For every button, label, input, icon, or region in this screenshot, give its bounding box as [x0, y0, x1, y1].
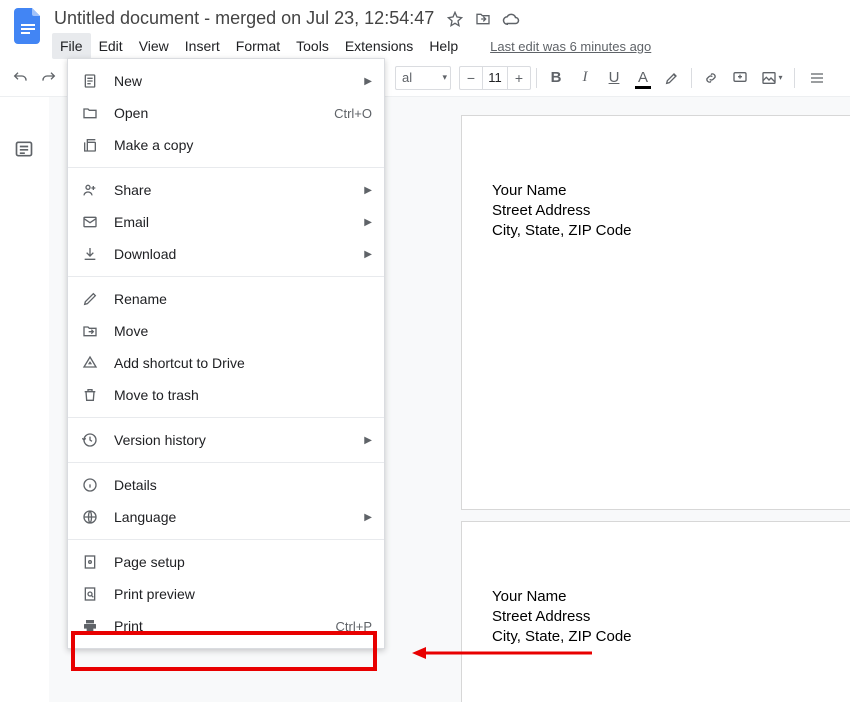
menu-add-shortcut[interactable]: Add shortcut to Drive [68, 347, 384, 379]
italic-button[interactable]: I [571, 64, 599, 92]
outline-toggle-icon[interactable] [12, 137, 36, 161]
menu-email[interactable]: Email ▶ [68, 206, 384, 238]
move-icon [80, 321, 100, 341]
font-size-control: − 11 + [459, 66, 531, 90]
menu-edit[interactable]: Edit [91, 33, 131, 59]
insert-comment-button[interactable] [726, 64, 754, 92]
menu-extensions[interactable]: Extensions [337, 33, 421, 59]
history-icon [80, 430, 100, 450]
menu-label: Language [114, 509, 364, 525]
menu-share[interactable]: Share ▶ [68, 174, 384, 206]
menu-label: Add shortcut to Drive [114, 355, 372, 371]
print-icon [80, 616, 100, 636]
submenu-arrow-icon: ▶ [364, 512, 372, 523]
document-title[interactable]: Untitled document - merged on Jul 23, 12… [52, 6, 436, 31]
font-selector[interactable]: al [395, 66, 451, 90]
submenu-arrow-icon: ▶ [364, 217, 372, 228]
copy-icon [80, 135, 100, 155]
star-icon[interactable] [446, 10, 464, 28]
page-2[interactable]: Your Name Street Address City, State, ZI… [461, 521, 850, 702]
menu-label: Details [114, 477, 372, 493]
menu-label: Move [114, 323, 372, 339]
docs-logo[interactable] [8, 6, 48, 46]
menu-language[interactable]: Language ▶ [68, 501, 384, 533]
folder-icon [80, 103, 100, 123]
cloud-status-icon[interactable] [502, 10, 520, 28]
share-person-icon [80, 180, 100, 200]
menu-details[interactable]: Details [68, 469, 384, 501]
page-setup-icon [80, 552, 100, 572]
text-color-button[interactable]: A [629, 64, 657, 92]
menu-insert[interactable]: Insert [177, 33, 228, 59]
doc-line-city: City, State, ZIP Code [492, 221, 632, 241]
menu-new[interactable]: New ▶ [68, 65, 384, 97]
menu-tools[interactable]: Tools [288, 33, 337, 59]
menu-label: Page setup [114, 554, 372, 570]
info-icon [80, 475, 100, 495]
font-size-decrease[interactable]: − [460, 67, 482, 89]
doc-line-city: City, State, ZIP Code [492, 627, 632, 647]
document-icon [80, 71, 100, 91]
menu-open[interactable]: Open Ctrl+O [68, 97, 384, 129]
menu-label: Print preview [114, 586, 372, 602]
bold-button[interactable]: B [542, 64, 570, 92]
doc-line-street: Street Address [492, 607, 590, 627]
download-icon [80, 244, 100, 264]
print-preview-icon [80, 584, 100, 604]
menu-move[interactable]: Move [68, 315, 384, 347]
move-folder-icon[interactable] [474, 10, 492, 28]
left-rail [0, 97, 49, 702]
insert-image-button[interactable]: ▾ [755, 64, 789, 92]
submenu-arrow-icon: ▶ [364, 249, 372, 260]
menu-label: Email [114, 214, 364, 230]
menu-file[interactable]: File [52, 33, 91, 59]
align-button[interactable] [800, 64, 834, 92]
menu-label: Open [114, 105, 334, 121]
drive-shortcut-icon [80, 353, 100, 373]
menu-page-setup[interactable]: Page setup [68, 546, 384, 578]
doc-line-street: Street Address [492, 201, 590, 221]
header: Untitled document - merged on Jul 23, 12… [0, 0, 850, 59]
font-size-increase[interactable]: + [508, 67, 530, 89]
menu-label: Make a copy [114, 137, 372, 153]
menu-label: Version history [114, 432, 364, 448]
page-1[interactable]: Your Name Street Address City, State, ZI… [461, 115, 850, 510]
last-edit-link[interactable]: Last edit was 6 minutes ago [490, 39, 651, 54]
menu-rename[interactable]: Rename [68, 283, 384, 315]
email-icon [80, 212, 100, 232]
menu-label: Rename [114, 291, 372, 307]
menu-label: Download [114, 246, 364, 262]
submenu-arrow-icon: ▶ [364, 185, 372, 196]
menu-make-copy[interactable]: Make a copy [68, 129, 384, 161]
menu-shortcut: Ctrl+O [334, 106, 372, 121]
menu-print-preview[interactable]: Print preview [68, 578, 384, 610]
insert-link-button[interactable] [697, 64, 725, 92]
file-menu-dropdown: New ▶ Open Ctrl+O Make a copy Share ▶ Em… [67, 58, 385, 649]
underline-button[interactable]: U [600, 64, 628, 92]
menu-view[interactable]: View [131, 33, 177, 59]
font-size-value[interactable]: 11 [482, 67, 508, 89]
menu-move-to-trash[interactable]: Move to trash [68, 379, 384, 411]
menu-label: Move to trash [114, 387, 372, 403]
highlight-button[interactable] [658, 64, 686, 92]
doc-line-name: Your Name [492, 181, 567, 201]
menu-label: Print [114, 618, 336, 634]
rename-icon [80, 289, 100, 309]
globe-icon [80, 507, 100, 527]
trash-icon [80, 385, 100, 405]
menu-format[interactable]: Format [228, 33, 288, 59]
submenu-arrow-icon: ▶ [364, 76, 372, 87]
menu-help[interactable]: Help [421, 33, 466, 59]
menu-label: Share [114, 182, 364, 198]
menu-print[interactable]: Print Ctrl+P [68, 610, 384, 642]
menu-download[interactable]: Download ▶ [68, 238, 384, 270]
undo-button[interactable] [6, 64, 34, 92]
submenu-arrow-icon: ▶ [364, 435, 372, 446]
doc-line-name: Your Name [492, 587, 567, 607]
menu-shortcut: Ctrl+P [336, 619, 372, 634]
menubar: File Edit View Insert Format Tools Exten… [52, 33, 651, 59]
menu-version-history[interactable]: Version history ▶ [68, 424, 384, 456]
menu-label: New [114, 73, 364, 89]
redo-button[interactable] [35, 64, 63, 92]
